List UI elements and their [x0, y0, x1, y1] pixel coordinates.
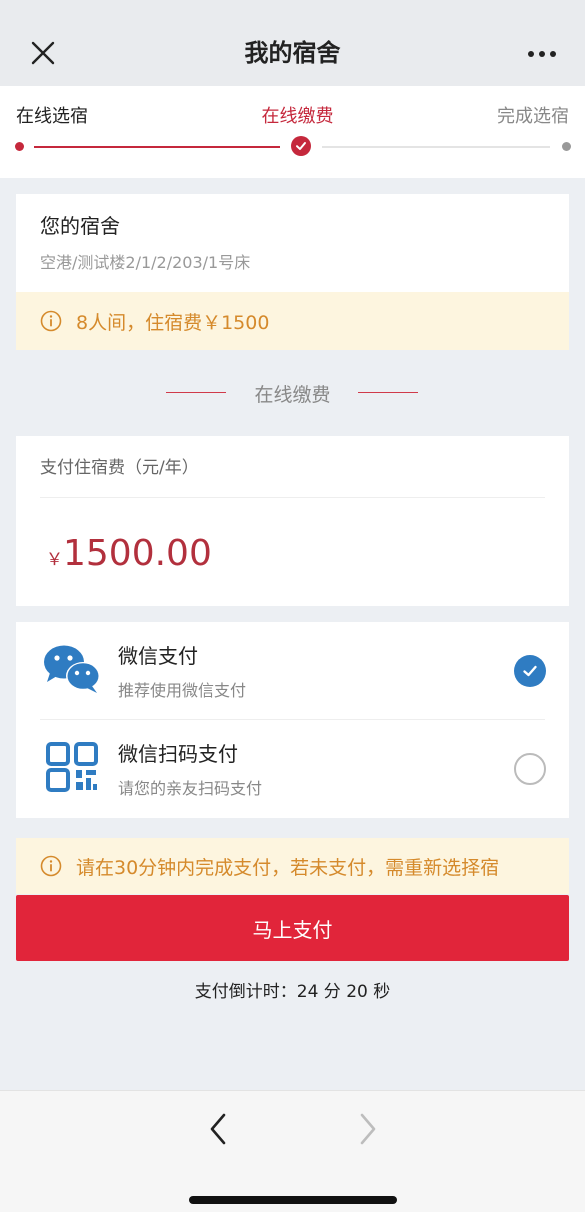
pay-now-button[interactable]: 马上支付 — [16, 895, 569, 961]
bottom-toolbar — [0, 1090, 585, 1212]
currency-symbol: ￥ — [46, 550, 63, 570]
step-complete: 完成选宿 — [497, 106, 569, 127]
payment-notice-text: 请在30分钟内完成支付，若未支付，需重新选择宿 — [76, 856, 500, 879]
fee-separator — [40, 497, 545, 498]
payment-subtitle: 请您的亲友扫码支付 — [118, 779, 263, 798]
payment-option-wechat[interactable]: 微信支付 推荐使用微信支付 — [16, 622, 569, 720]
chevron-right-icon[interactable] — [354, 1111, 382, 1147]
payment-countdown: 支付倒计时：24 分 20 秒 — [194, 982, 391, 1002]
radio-unselected[interactable] — [514, 753, 546, 785]
dorm-address: 空港/测试楼2/1/2/203/1号床 — [40, 253, 251, 272]
more-dots-icon[interactable] — [527, 42, 557, 66]
payment-option-qr[interactable]: 微信扫码支付 请您的亲友扫码支付 — [16, 720, 569, 818]
section-divider: 在线缴费 — [0, 372, 585, 412]
payment-title: 微信支付 — [118, 644, 198, 668]
step-current-check-icon — [291, 136, 311, 156]
fee-label: 支付住宿费（元/年） — [40, 458, 199, 478]
fee-amount: ￥1500.00 — [46, 532, 212, 582]
step-dot-pending — [562, 142, 571, 151]
dorm-card: 您的宿舍 空港/测试楼2/1/2/203/1号床 — [16, 194, 569, 292]
step-line-pending — [322, 146, 550, 148]
payment-title: 微信扫码支付 — [118, 742, 238, 766]
room-notice: 8人间，住宿费￥1500 — [16, 292, 569, 350]
nav-bar: 我的宿舍 — [0, 0, 585, 86]
step-dot-done — [15, 142, 24, 151]
divider-line-right — [358, 392, 418, 393]
step-line-done — [34, 146, 280, 148]
qr-code-icon — [46, 742, 98, 792]
radio-selected[interactable] — [514, 655, 546, 687]
info-icon — [40, 310, 62, 332]
payment-subtitle: 推荐使用微信支付 — [118, 681, 247, 700]
fee-card: 支付住宿费（元/年） ￥1500.00 — [16, 436, 569, 606]
step-progress: 在线选宿 在线缴费 完成选宿 — [0, 86, 585, 178]
payment-methods: 微信支付 推荐使用微信支付 微信扫码支付 请您的亲友扫码支付 — [16, 622, 569, 818]
info-icon — [40, 855, 62, 877]
chevron-left-icon[interactable] — [204, 1111, 232, 1147]
room-notice-text: 8人间，住宿费￥1500 — [76, 311, 270, 334]
fee-value: 1500.00 — [63, 533, 212, 574]
page-title: 我的宿舍 — [244, 39, 341, 67]
payment-notice: 请在30分钟内完成支付，若未支付，需重新选择宿 — [16, 838, 569, 894]
section-title: 在线缴费 — [254, 384, 331, 406]
dorm-title: 您的宿舍 — [40, 214, 120, 238]
wechat-icon — [44, 645, 100, 693]
home-indicator — [189, 1196, 397, 1204]
